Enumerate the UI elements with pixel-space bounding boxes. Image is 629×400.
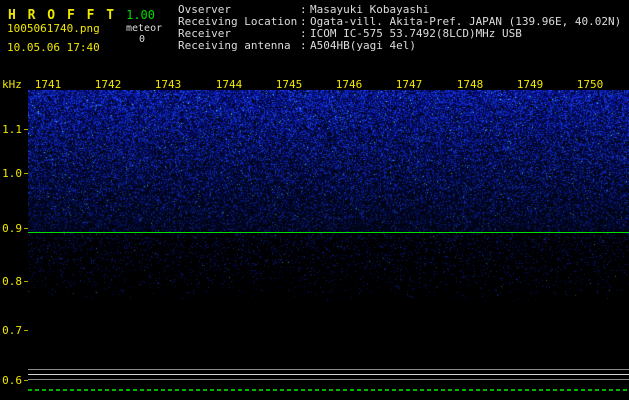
baseline-gray-line	[28, 374, 629, 375]
output-filename: 1005061740.png	[7, 22, 100, 35]
info-row-antenna: Receiving antenna: A504HB(yagi 4el)	[178, 40, 621, 52]
y-tick-label: 0.8	[0, 275, 22, 288]
y-tick-label: 0.7	[0, 324, 22, 337]
y-tick-label: 1.1	[0, 123, 22, 136]
app-version: 1.00	[126, 8, 155, 22]
y-tick-label: 0.6	[0, 374, 22, 387]
y-axis-unit: kHz	[2, 78, 22, 91]
minute-marker-dashes	[28, 389, 629, 391]
spectrogram-canvas	[28, 90, 629, 400]
baseline-gray-line	[28, 369, 629, 370]
info-label: Receiving antenna	[178, 40, 300, 52]
y-tick-label: 0.9	[0, 222, 22, 235]
carrier-green-line	[28, 232, 629, 233]
info-separator: :	[300, 40, 310, 52]
title-line: H R O F F T 1.00	[8, 4, 155, 23]
y-tick-label: 1.0	[0, 167, 22, 180]
meteor-counter-value: 0	[139, 34, 145, 45]
app-title: H R O F F T	[8, 8, 116, 23]
baseline-gray-line	[28, 379, 629, 380]
meteor-counter-label: meteor	[126, 23, 162, 34]
record-timestamp: 10.05.06 17:40	[7, 41, 100, 54]
station-info: Ovserver: Masayuki Kobayashi Receiving Lo…	[178, 4, 621, 52]
hrofft-screen: H R O F F T 1.00 1005061740.png meteor 0 …	[0, 0, 629, 400]
info-value: A504HB(yagi 4el)	[310, 39, 416, 52]
